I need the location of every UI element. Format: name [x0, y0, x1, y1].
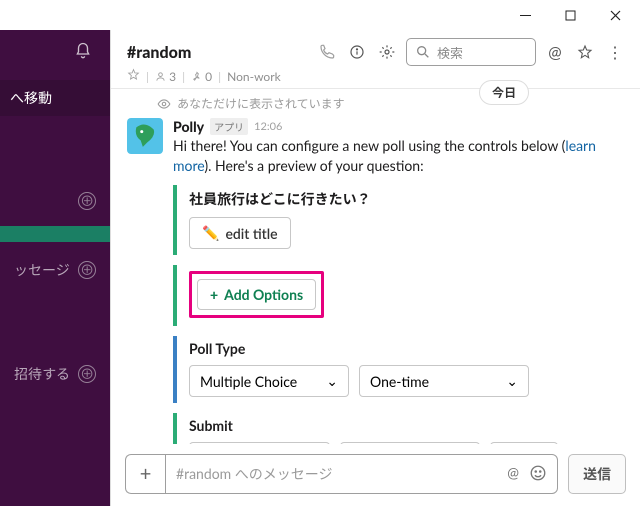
poll-type-section: Poll Type Multiple Choice⌄ One-time⌄ — [173, 336, 624, 403]
window-minimize-button[interactable] — [503, 0, 548, 30]
poll-options-section: +Add Options — [173, 265, 624, 326]
search-input[interactable]: 検索 — [406, 38, 536, 66]
poll-type-heading: Poll Type — [189, 340, 624, 357]
add-icon[interactable]: ⊕ — [78, 192, 96, 210]
sidebar-messages-label: ッセージ — [14, 260, 70, 280]
mention-icon[interactable]: @ — [507, 464, 519, 485]
window-maximize-button[interactable] — [548, 0, 593, 30]
add-icon[interactable]: ⊕ — [78, 261, 96, 279]
sidebar-section-row[interactable]: ⊕ — [0, 184, 110, 218]
message-input-placeholder: #random へのメッセージ — [176, 464, 332, 484]
channel-header: #random 検索 @ ⋮ | 3 | — [111, 30, 640, 89]
star-header-icon[interactable] — [574, 41, 596, 63]
add-icon[interactable]: ⊕ — [78, 365, 96, 383]
chevron-down-icon: ⌄ — [326, 372, 338, 390]
member-count[interactable]: 3 — [155, 69, 176, 84]
gear-icon[interactable] — [376, 41, 398, 63]
message-author[interactable]: Polly — [173, 118, 204, 135]
emoji-icon[interactable] — [529, 464, 547, 485]
main-panel: #random 検索 @ ⋮ | 3 | — [110, 30, 640, 506]
sidebar-channel-selected[interactable] — [0, 226, 110, 242]
notifications-icon[interactable] — [0, 30, 110, 60]
channel-topic[interactable]: Non-work — [227, 69, 281, 84]
mentions-icon[interactable]: @ — [544, 41, 566, 63]
attach-button[interactable]: + — [125, 454, 165, 494]
sidebar-invite-row[interactable]: 招待する ⊕ — [0, 356, 110, 392]
sidebar-invite-label: 招待する — [14, 364, 70, 384]
pencil-icon: ✏️ — [202, 224, 219, 242]
chevron-down-icon: ⌄ — [506, 372, 518, 390]
poll-submit-section: Submit Submit to Channel Advanced Option… — [173, 413, 624, 444]
poll-question-section: 社員旅行はどこに行きたい？ ✏️edit title — [173, 185, 624, 255]
app-badge: アプリ — [210, 118, 248, 135]
window-close-button[interactable] — [593, 0, 638, 30]
message-text: Hi there! You can configure a new poll u… — [173, 136, 624, 175]
poll-recurrence-select[interactable]: One-time⌄ — [359, 365, 529, 397]
star-icon[interactable] — [127, 68, 140, 84]
poll-question: 社員旅行はどこに行きたい？ — [189, 189, 624, 209]
message-list: あなただけに表示されています Polly アプリ 12:06 Hi there!… — [111, 89, 640, 444]
add-options-button[interactable]: +Add Options — [197, 279, 316, 310]
add-options-highlight: +Add Options — [189, 271, 324, 318]
ephemeral-text: あなただけに表示されています — [177, 95, 345, 112]
more-icon[interactable]: ⋮ — [604, 41, 626, 63]
ephemeral-notice: あなただけに表示されています — [157, 95, 624, 112]
message: Polly アプリ 12:06 Hi there! You can config… — [127, 118, 624, 444]
edit-title-button[interactable]: ✏️edit title — [189, 217, 291, 249]
poll-type-select[interactable]: Multiple Choice⌄ — [189, 365, 349, 397]
search-placeholder: 検索 — [437, 43, 463, 62]
date-divider-badge: 今日 — [479, 80, 529, 105]
sidebar-messages-row[interactable]: ッセージ ⊕ — [0, 252, 110, 288]
jump-to-button[interactable]: へ移動 — [0, 80, 110, 116]
sidebar: へ移動 ⊕ ッセージ ⊕ 招待する ⊕ — [0, 30, 110, 506]
plus-icon: + — [210, 286, 218, 303]
message-input[interactable]: #random へのメッセージ @ — [165, 454, 558, 494]
info-icon[interactable] — [346, 41, 368, 63]
eye-icon — [157, 97, 171, 111]
search-icon — [415, 44, 431, 60]
phone-icon[interactable] — [316, 41, 338, 63]
submit-heading: Submit — [189, 417, 624, 434]
send-button[interactable]: 送信 — [568, 454, 626, 494]
avatar[interactable] — [127, 118, 163, 154]
channel-name[interactable]: #random — [127, 43, 191, 62]
window-titlebar — [0, 0, 640, 30]
message-time: 12:06 — [254, 120, 282, 133]
pin-count[interactable]: 0 — [191, 69, 212, 84]
jump-to-label: へ移動 — [10, 89, 52, 106]
message-composer: + #random へのメッセージ @ 送信 — [111, 444, 640, 506]
